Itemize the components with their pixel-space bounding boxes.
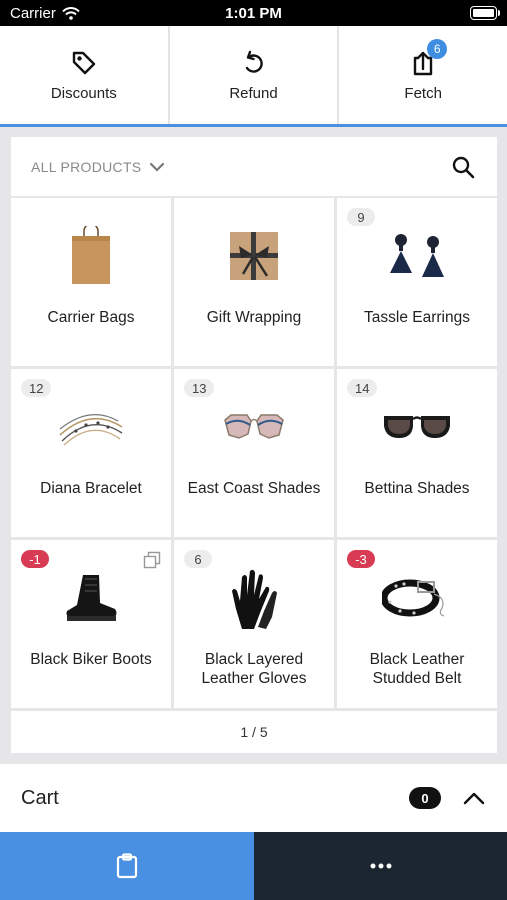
cart-count-badge: 0: [409, 787, 441, 809]
pagination[interactable]: 1 / 5: [11, 711, 497, 753]
product-name: Carrier Bags: [47, 309, 135, 326]
refund-button[interactable]: Refund: [170, 26, 340, 124]
battery-icon: [470, 6, 500, 20]
products-panel: ALL PRODUCTS Carrier Bags Gift Wrapping …: [11, 137, 497, 753]
search-icon[interactable]: [451, 155, 475, 179]
paper-bag-image: [11, 224, 171, 288]
product-name: Black Biker Boots: [30, 651, 152, 668]
fetch-button[interactable]: 6 Fetch: [339, 26, 507, 124]
category-dropdown[interactable]: ALL PRODUCTS: [31, 159, 165, 175]
product-tile[interactable]: 9 Tassle Earrings: [337, 198, 497, 366]
more-button[interactable]: [254, 832, 507, 900]
product-name: Bettina Shades: [364, 480, 470, 497]
product-tile[interactable]: 6 Black Layered Leather Gloves: [174, 540, 334, 708]
cart-controls: 0: [409, 787, 485, 809]
product-tile[interactable]: 14 Bettina Shades: [337, 369, 497, 537]
chevron-down-icon: [150, 162, 165, 172]
sunglasses-image: [337, 395, 497, 459]
cart-title: Cart: [21, 786, 59, 809]
clipboard-icon: [116, 853, 138, 879]
gloves-image: [174, 566, 334, 630]
chevron-up-icon[interactable]: [463, 791, 485, 805]
more-icon: [370, 863, 391, 869]
upload-icon: 6: [409, 38, 448, 77]
boot-image: [11, 566, 171, 630]
product-tile[interactable]: 12 Diana Bracelet: [11, 369, 171, 537]
action-toolbar: Discounts Refund 6 Fetch: [0, 26, 507, 127]
filter-bar: ALL PRODUCTS: [11, 137, 497, 196]
sunglasses-image: [174, 395, 334, 459]
tag-icon: [70, 49, 98, 77]
product-tile[interactable]: 13 East Coast Shades: [174, 369, 334, 537]
status-bar: Carrier 1:01 PM: [0, 0, 507, 26]
product-name: Diana Bracelet: [40, 480, 142, 497]
product-name: Black Leather Studded Belt: [369, 651, 465, 687]
bracelet-image: [11, 395, 171, 459]
product-tile[interactable]: -3 Black Leather Studded Belt: [337, 540, 497, 708]
gift-box-image: [174, 224, 334, 288]
cart-bar[interactable]: Cart 0: [0, 764, 507, 832]
undo-icon: [240, 49, 268, 77]
clock: 1:01 PM: [225, 5, 282, 22]
product-name: Tassle Earrings: [364, 309, 470, 326]
fetch-badge: 6: [427, 38, 448, 59]
belt-image: [337, 566, 497, 630]
product-grid: Carrier Bags Gift Wrapping 9 Tassle Earr…: [11, 198, 497, 708]
product-name: Gift Wrapping: [206, 309, 302, 326]
page-indicator: 1 / 5: [240, 724, 268, 740]
fetch-label: Fetch: [404, 84, 442, 102]
product-name: East Coast Shades: [187, 480, 321, 497]
earrings-image: [337, 224, 497, 288]
product-name: Black Layered Leather Gloves: [201, 651, 307, 687]
cart-tab-button[interactable]: [0, 832, 254, 900]
product-tile[interactable]: Carrier Bags: [11, 198, 171, 366]
category-label: ALL PRODUCTS: [31, 158, 142, 175]
product-tile[interactable]: -1 Black Biker Boots: [11, 540, 171, 708]
discounts-button[interactable]: Discounts: [0, 26, 170, 124]
refund-label: Refund: [229, 84, 278, 102]
discounts-label: Discounts: [50, 84, 117, 102]
product-tile[interactable]: Gift Wrapping: [174, 198, 334, 366]
